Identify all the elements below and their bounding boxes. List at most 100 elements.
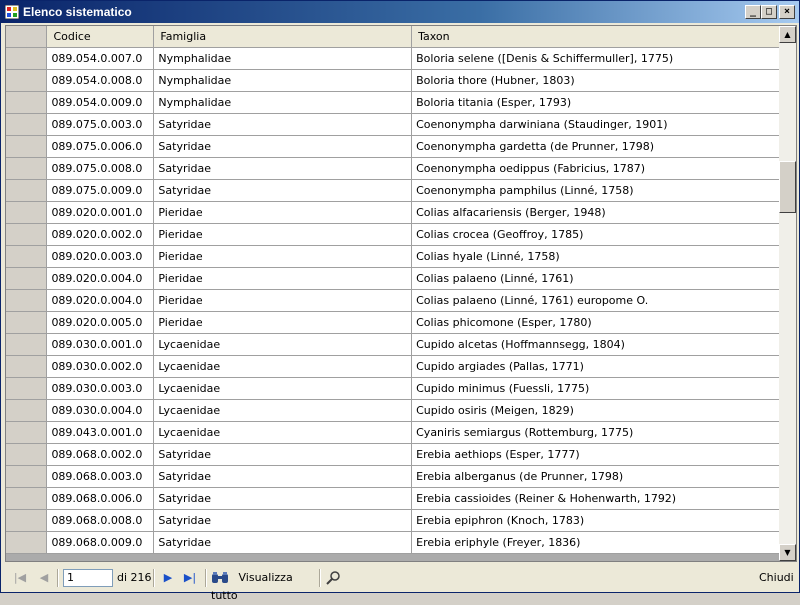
cell-taxon[interactable]: Cupido osiris (Meigen, 1829): [411, 399, 780, 422]
cell-codice[interactable]: 089.020.0.002.0: [46, 223, 155, 246]
row-header[interactable]: [6, 69, 48, 92]
row-header[interactable]: [6, 135, 48, 158]
maximize-button[interactable]: □: [761, 5, 777, 19]
cell-codice[interactable]: 089.068.0.008.0: [46, 509, 155, 532]
cell-taxon[interactable]: Cupido minimus (Fuessli, 1775): [411, 377, 780, 400]
cell-codice[interactable]: 089.068.0.002.0: [46, 443, 155, 466]
column-header-taxon[interactable]: Taxon: [411, 26, 780, 48]
cell-codice[interactable]: 089.054.0.008.0: [46, 69, 155, 92]
cell-codice[interactable]: 089.068.0.006.0: [46, 487, 155, 510]
row-header[interactable]: [6, 91, 48, 114]
cell-taxon[interactable]: Erebia eriphyle (Freyer, 1836): [411, 531, 780, 554]
table-row[interactable]: 089.020.0.004.0 Pieridae Colias palaeno (L…: [6, 267, 780, 290]
cell-taxon[interactable]: Colias alfacariensis (Berger, 1948): [411, 201, 780, 224]
cell-famiglia[interactable]: Lycaenidae: [153, 377, 413, 400]
cell-taxon[interactable]: Cupido argiades (Pallas, 1771): [411, 355, 780, 378]
cell-famiglia[interactable]: Pieridae: [153, 201, 413, 224]
first-page-button[interactable]: |◀: [11, 569, 29, 587]
cell-taxon[interactable]: Cupido alcetas (Hoffmannsegg, 1804): [411, 333, 780, 356]
row-header[interactable]: [6, 333, 48, 356]
minimize-button[interactable]: _: [745, 5, 761, 19]
row-header[interactable]: [6, 289, 48, 312]
table-row[interactable]: 089.075.0.009.0 Satyridae Coenonympha pamp…: [6, 179, 780, 202]
row-header[interactable]: [6, 245, 48, 268]
cell-taxon[interactable]: Colias hyale (Linné, 1758): [411, 245, 780, 268]
cell-famiglia[interactable]: Satyridae: [153, 135, 413, 158]
cell-taxon[interactable]: Coenonympha oedippus (Fabricius, 1787): [411, 157, 780, 180]
table-row[interactable]: 089.054.0.009.0 Nymphalidae Boloria titani…: [6, 91, 780, 114]
view-all-button[interactable]: Visualizza tutto: [211, 569, 315, 602]
cell-taxon[interactable]: Colias phicomone (Esper, 1780): [411, 311, 780, 334]
cell-codice[interactable]: 089.075.0.009.0: [46, 179, 155, 202]
cell-taxon[interactable]: Erebia alberganus (de Prunner, 1798): [411, 465, 780, 488]
cell-famiglia[interactable]: Satyridae: [153, 443, 413, 466]
scroll-thumb[interactable]: [779, 161, 796, 213]
cell-taxon[interactable]: Coenonympha gardetta (de Prunner, 1798): [411, 135, 780, 158]
cell-famiglia[interactable]: Pieridae: [153, 311, 413, 334]
table-row[interactable]: 089.020.0.004.0 Pieridae Colias palaeno (L…: [6, 289, 780, 312]
row-header[interactable]: [6, 267, 48, 290]
row-header[interactable]: [6, 377, 48, 400]
table-row[interactable]: 089.020.0.003.0 Pieridae Colias hyale (Lin…: [6, 245, 780, 268]
cell-codice[interactable]: 089.030.0.002.0: [46, 355, 155, 378]
table-row[interactable]: 089.030.0.001.0 Lycaenidae Cupido alcetas …: [6, 333, 780, 356]
row-header[interactable]: [6, 443, 48, 466]
cell-codice[interactable]: 089.020.0.005.0: [46, 311, 155, 334]
cell-famiglia[interactable]: Satyridae: [153, 157, 413, 180]
table-row[interactable]: 089.030.0.003.0 Lycaenidae Cupido minimus …: [6, 377, 780, 400]
cell-codice[interactable]: 089.068.0.003.0: [46, 465, 155, 488]
cell-codice[interactable]: 089.068.0.009.0: [46, 531, 155, 554]
cell-famiglia[interactable]: Satyridae: [153, 113, 413, 136]
cell-taxon[interactable]: Coenonympha pamphilus (Linné, 1758): [411, 179, 780, 202]
table-row[interactable]: 089.054.0.008.0 Nymphalidae Boloria thore …: [6, 69, 780, 92]
table-row[interactable]: 089.075.0.003.0 Satyridae Coenonympha darw…: [6, 113, 780, 136]
cell-codice[interactable]: 089.075.0.008.0: [46, 157, 155, 180]
cell-famiglia[interactable]: Pieridae: [153, 267, 413, 290]
cell-codice[interactable]: 089.020.0.003.0: [46, 245, 155, 268]
cell-taxon[interactable]: Cyaniris semiargus (Rottemburg, 1775): [411, 421, 780, 444]
cell-taxon[interactable]: Boloria selene ([Denis & Schiffermuller]…: [411, 47, 780, 70]
row-header[interactable]: [6, 399, 48, 422]
page-number-input[interactable]: 1: [63, 569, 113, 587]
data-grid[interactable]: Codice Famiglia Taxon 089.054.0.007.0 Nym…: [5, 25, 797, 562]
table-row[interactable]: 089.030.0.002.0 Lycaenidae Cupido argiades…: [6, 355, 780, 378]
cell-codice[interactable]: 089.075.0.006.0: [46, 135, 155, 158]
cell-famiglia[interactable]: Lycaenidae: [153, 333, 413, 356]
cell-famiglia[interactable]: Lycaenidae: [153, 421, 413, 444]
table-row[interactable]: 089.068.0.008.0 Satyridae Erebia epiphron …: [6, 509, 780, 532]
column-header-famiglia[interactable]: Famiglia: [153, 26, 413, 48]
previous-page-button[interactable]: ◀: [35, 569, 53, 587]
row-header[interactable]: [6, 311, 48, 334]
cell-taxon[interactable]: Erebia cassioides (Reiner & Hohenwarth, …: [411, 487, 780, 510]
cell-taxon[interactable]: Colias palaeno (Linné, 1761) europome O.: [411, 289, 780, 312]
table-row[interactable]: 089.043.0.001.0 Lycaenidae Cyaniris semiar…: [6, 421, 780, 444]
cell-taxon[interactable]: Erebia epiphron (Knoch, 1783): [411, 509, 780, 532]
cell-codice[interactable]: 089.054.0.009.0: [46, 91, 155, 114]
table-row[interactable]: 089.030.0.004.0 Lycaenidae Cupido osiris (…: [6, 399, 780, 422]
cell-taxon[interactable]: Erebia aethiops (Esper, 1777): [411, 443, 780, 466]
cell-codice[interactable]: 089.075.0.003.0: [46, 113, 155, 136]
cell-famiglia[interactable]: Pieridae: [153, 289, 413, 312]
table-row[interactable]: 089.020.0.001.0 Pieridae Colias alfacarien…: [6, 201, 780, 224]
cell-codice[interactable]: 089.043.0.001.0: [46, 421, 155, 444]
cell-famiglia[interactable]: Satyridae: [153, 487, 413, 510]
row-header[interactable]: [6, 509, 48, 532]
row-header[interactable]: [6, 179, 48, 202]
table-row[interactable]: 089.020.0.002.0 Pieridae Colias crocea (Ge…: [6, 223, 780, 246]
cell-taxon[interactable]: Boloria thore (Hubner, 1803): [411, 69, 780, 92]
cell-codice[interactable]: 089.030.0.001.0: [46, 333, 155, 356]
cell-famiglia[interactable]: Satyridae: [153, 531, 413, 554]
row-header[interactable]: [6, 47, 48, 70]
cell-famiglia[interactable]: Satyridae: [153, 509, 413, 532]
table-row[interactable]: 089.068.0.006.0 Satyridae Erebia cassioide…: [6, 487, 780, 510]
cell-taxon[interactable]: Colias crocea (Geoffroy, 1785): [411, 223, 780, 246]
row-header[interactable]: [6, 113, 48, 136]
table-row[interactable]: 089.068.0.003.0 Satyridae Erebia alberganu…: [6, 465, 780, 488]
cell-codice[interactable]: 089.020.0.004.0: [46, 289, 155, 312]
cell-codice[interactable]: 089.030.0.003.0: [46, 377, 155, 400]
table-row[interactable]: 089.068.0.002.0 Satyridae Erebia aethiops …: [6, 443, 780, 466]
cell-famiglia[interactable]: Lycaenidae: [153, 399, 413, 422]
column-header-codice[interactable]: Codice: [46, 26, 155, 48]
row-header[interactable]: [6, 465, 48, 488]
cell-codice[interactable]: 089.020.0.001.0: [46, 201, 155, 224]
